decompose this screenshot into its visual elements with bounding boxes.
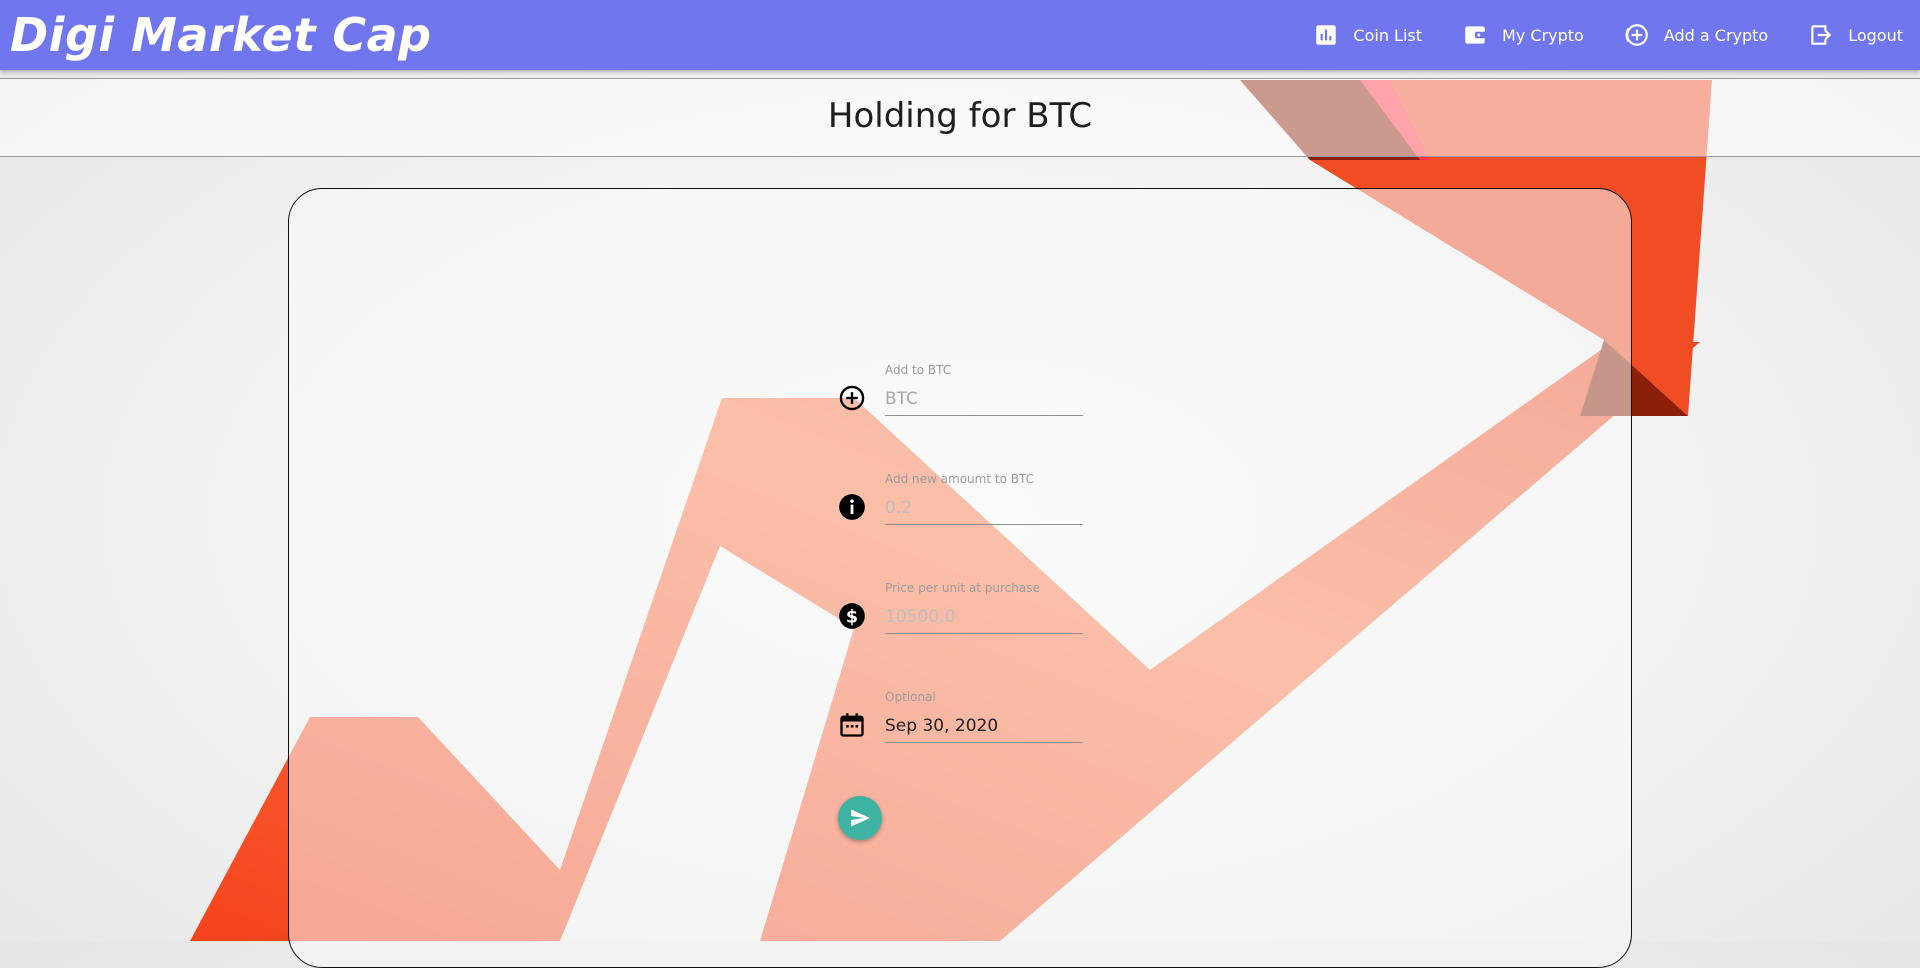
top-navbar: Digi Market Cap Coin List My Crypto Add …: [0, 0, 1920, 70]
amount-label: Add new amoumt to BTC: [885, 472, 1034, 486]
calendar-icon: [838, 711, 866, 739]
price-label: Price per unit at purchase: [885, 581, 1040, 595]
amount-field: Add new amoumt to BTC: [838, 469, 1088, 578]
submit-button[interactable]: [838, 796, 882, 840]
brand-logo[interactable]: Digi Market Cap: [10, 6, 432, 64]
date-field: Optional: [838, 687, 1088, 796]
nav-label: Coin List: [1353, 25, 1423, 45]
add-circle-outline-icon: [838, 384, 866, 412]
date-label: Optional: [885, 690, 936, 704]
divider: [0, 156, 1920, 157]
nav-coin-list[interactable]: Coin List: [1313, 22, 1422, 48]
add-circle-icon: [1624, 22, 1650, 48]
nav-my-crypto[interactable]: My Crypto: [1462, 22, 1584, 48]
date-input[interactable]: [885, 709, 1083, 743]
coin-field: Add to BTC: [838, 360, 1088, 469]
divider: [0, 78, 1920, 79]
nav-add-crypto[interactable]: Add a Crypto: [1624, 22, 1768, 48]
send-icon: [848, 806, 872, 830]
nav-logout[interactable]: Logout: [1808, 22, 1903, 48]
amount-input[interactable]: [885, 491, 1083, 525]
bar-chart-icon: [1313, 22, 1339, 48]
nav-label: Add a Crypto: [1663, 25, 1769, 45]
nav-label: My Crypto: [1502, 25, 1584, 45]
coin-input[interactable]: [885, 382, 1083, 416]
add-holding-form: Add to BTC Add new amoumt to BTC $ Price…: [838, 360, 1088, 796]
main-nav: Coin List My Crypto Add a Crypto Logout: [1273, 0, 1903, 70]
wallet-icon: [1462, 22, 1488, 48]
page-title: Holding for BTC: [827, 96, 1093, 136]
price-field: $ Price per unit at purchase: [838, 578, 1088, 687]
nav-label: Logout: [1848, 25, 1903, 45]
dollar-circle-icon: $: [838, 602, 866, 630]
logout-icon: [1808, 22, 1834, 48]
coin-label: Add to BTC: [885, 363, 952, 377]
info-icon: [838, 493, 866, 521]
svg-text:$: $: [846, 607, 858, 627]
price-input[interactable]: [885, 600, 1083, 634]
